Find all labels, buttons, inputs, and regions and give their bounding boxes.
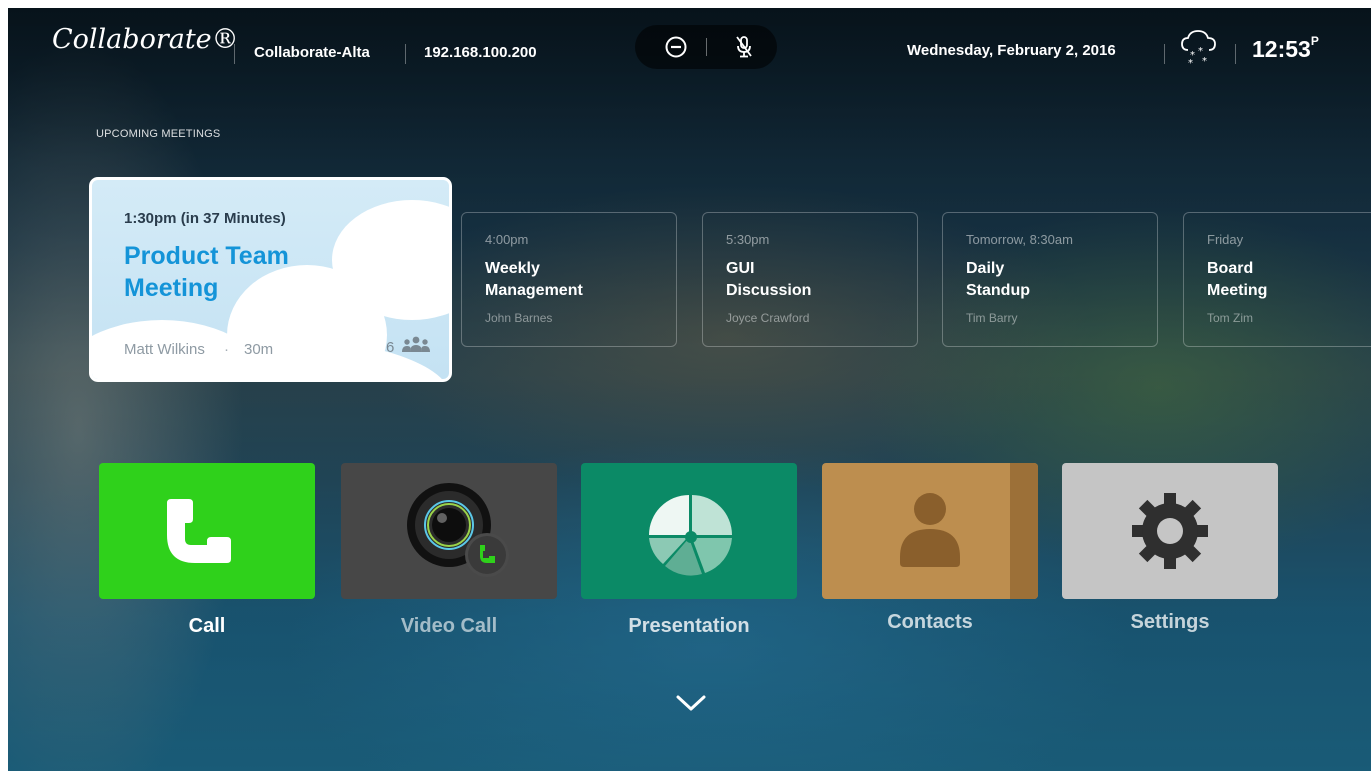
time-suffix: P [1310,34,1319,48]
mute-microphone-icon [736,36,752,58]
contacts-label[interactable]: Contacts [822,611,1038,634]
camera-icon [407,483,509,577]
meeting-card[interactable]: 4:00pm Weekly Management John Barnes [461,212,677,347]
contact-book-icon [900,493,960,567]
divider [1164,44,1165,64]
separator-dot: · [224,341,229,358]
contacts-tile[interactable] [822,463,1038,599]
call-tile[interactable] [99,463,315,599]
meeting-time: 5:30pm [726,232,770,247]
meeting-card[interactable]: 5:30pm GUI Discussion Joyce Crawford [702,212,918,347]
presentation-label[interactable]: Presentation [581,615,797,638]
divider [1235,44,1236,64]
people-icon [402,336,430,352]
meeting-host: Tim Barry [966,311,1018,325]
meeting-host: Tom Zim [1207,311,1253,325]
meeting-host: John Barnes [485,311,553,325]
section-heading: UPCOMING MEETINGS [96,128,221,140]
video-call-tile[interactable] [341,463,557,599]
room-hostname: Collaborate-Alta [254,44,370,61]
background-vignette [8,8,1371,771]
app-logo: Collaborate® [52,24,239,55]
meeting-host: Joyce Crawford [726,311,810,325]
meeting-card[interactable]: Tomorrow, 8:30am Daily Standup Tim Barry [942,212,1158,347]
svg-text:*: * [1202,56,1207,67]
meeting-card[interactable]: Friday Board Meeting Tom Zim [1183,212,1371,347]
settings-tile[interactable] [1062,463,1278,599]
divider [405,44,406,64]
home-screen: Collaborate® Collaborate-Alta 192.168.10… [8,8,1371,771]
ip-address: 192.168.100.200 [424,44,537,61]
meeting-title: Daily Standup [966,260,1030,299]
pie-chart-icon [649,495,732,576]
time-value: 12:53 [1252,36,1311,62]
current-date: Wednesday, February 2, 2016 [907,42,1116,59]
meeting-time: 1:30pm (in 37 Minutes) [124,210,286,227]
presentation-tile[interactable] [581,463,797,599]
svg-text:*: * [1188,58,1193,69]
divider [706,38,707,56]
quick-controls [635,25,777,69]
phone-icon [167,499,231,563]
meeting-time: Tomorrow, 8:30am [966,232,1073,247]
video-call-label[interactable]: Video Call [341,615,557,638]
meeting-time: Friday [1207,232,1244,247]
snow-cloud-icon: * * * * [1178,26,1222,75]
current-time: 12:53P [1252,34,1319,63]
settings-label[interactable]: Settings [1062,611,1278,634]
meeting-title: Weekly Management [485,260,583,299]
attendee-count: 6 [386,339,395,356]
mute-microphone-button[interactable] [714,25,774,69]
meeting-host: Matt Wilkins [124,341,205,358]
chevron-down-icon[interactable] [674,693,708,713]
meeting-title: Product Team Meeting [124,242,289,302]
do-not-disturb-icon [665,36,687,58]
call-label[interactable]: Call [99,615,315,638]
divider [234,44,235,64]
featured-meeting-card[interactable]: 1:30pm (in 37 Minutes) Product Team Meet… [89,177,452,382]
meeting-title: Board Meeting [1207,260,1268,299]
meeting-title: GUI Discussion [726,260,812,299]
gear-icon [1132,493,1208,569]
meeting-time: 4:00pm [485,232,529,247]
meeting-duration: 30m [244,341,274,358]
do-not-disturb-button[interactable] [646,25,706,69]
